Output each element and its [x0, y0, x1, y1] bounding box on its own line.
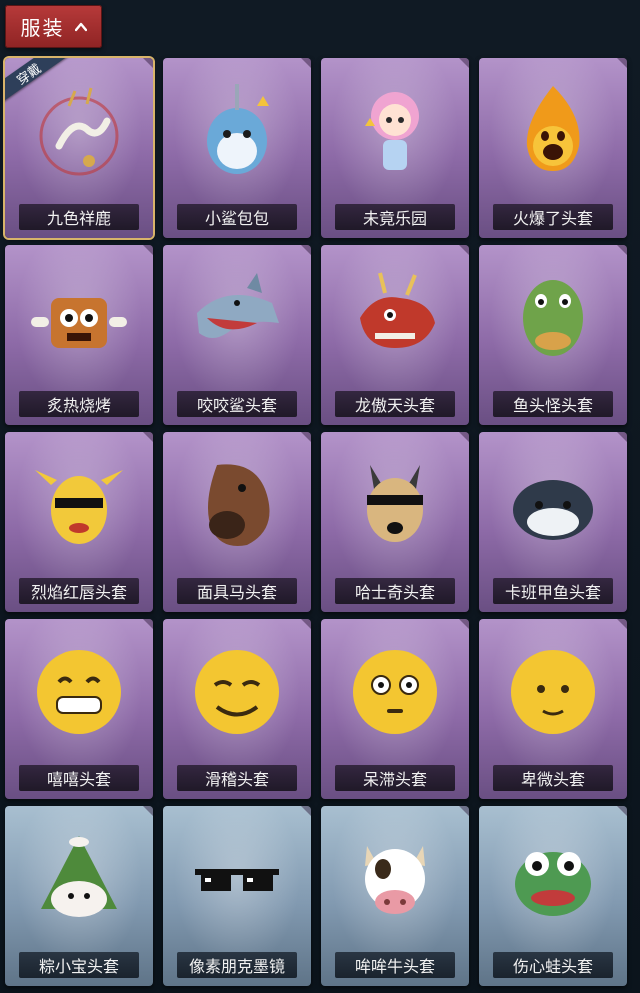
- deer-charm-icon: [39, 87, 119, 176]
- item-card[interactable]: 未竟乐园: [321, 58, 469, 238]
- cow-head-icon: [365, 846, 425, 914]
- card-corner-decoration: [459, 432, 469, 442]
- item-name-label: 呆滞头套: [335, 765, 455, 791]
- item-name-label: 面具马头套: [177, 578, 297, 604]
- horse-head-icon: [208, 464, 270, 546]
- item-card[interactable]: 鱼头怪头套: [479, 245, 627, 425]
- item-name-label: 滑稽头套: [177, 765, 297, 791]
- item-card[interactable]: 嘻嘻头套: [5, 619, 153, 799]
- item-card[interactable]: 炙热烧烤: [5, 245, 153, 425]
- fish-head-icon: [523, 280, 583, 356]
- item-card[interactable]: 哞哞牛头套: [321, 806, 469, 986]
- item-name-label: 炙热烧烤: [19, 391, 139, 417]
- card-corner-decoration: [617, 432, 627, 442]
- wardrobe-screen: 服装 九色祥鹿 穿戴 小鲨包包 未竟乐园 火爆了头套炙热烧烤 咬咬鲨头套 龙傲天头套 鱼头怪头…: [0, 0, 640, 993]
- doll-charm-icon: [365, 92, 419, 170]
- item-name-label: 卑微头套: [493, 765, 613, 791]
- item-name-label: 卡班甲鱼头套: [493, 578, 613, 604]
- item-grid: 九色祥鹿 穿戴 小鲨包包 未竟乐园 火爆了头套炙热烧烤 咬咬鲨头套 龙傲天头套 鱼头怪头套烈焰…: [5, 58, 635, 993]
- card-corner-decoration: [301, 245, 311, 255]
- shark-bag-icon: [207, 84, 269, 174]
- item-name-label: 烈焰红唇头套: [19, 578, 139, 604]
- pixel-sunglasses-icon: [195, 869, 279, 891]
- item-card[interactable]: 像素朋克墨镜: [163, 806, 311, 986]
- card-corner-decoration: [143, 58, 153, 68]
- shark-head-icon: [197, 273, 279, 338]
- item-name-label: 小鲨包包: [177, 204, 297, 230]
- card-corner-decoration: [301, 806, 311, 816]
- card-corner-decoration: [617, 58, 627, 68]
- dragon-head-icon: [360, 272, 435, 348]
- card-corner-decoration: [459, 58, 469, 68]
- item-card[interactable]: 九色祥鹿 穿戴: [5, 58, 153, 238]
- item-card[interactable]: 滑稽头套: [163, 619, 311, 799]
- card-corner-decoration: [143, 432, 153, 442]
- fire-head-icon: [526, 86, 580, 171]
- item-card[interactable]: 呆滞头套: [321, 619, 469, 799]
- card-corner-decoration: [617, 806, 627, 816]
- card-corner-decoration: [143, 806, 153, 816]
- item-name-label: 火爆了头套: [493, 204, 613, 230]
- item-card[interactable]: 卑微头套: [479, 619, 627, 799]
- card-corner-decoration: [301, 619, 311, 629]
- item-card[interactable]: 龙傲天头套: [321, 245, 469, 425]
- item-name-label: 哈士奇头套: [335, 578, 455, 604]
- item-card[interactable]: 哈士奇头套: [321, 432, 469, 612]
- card-corner-decoration: [459, 806, 469, 816]
- category-label: 服装: [20, 16, 65, 40]
- humble-emoji-head-icon: [511, 650, 595, 734]
- sad-frog-head-icon: [515, 852, 591, 916]
- item-name-label: 龙傲天头套: [335, 391, 455, 417]
- item-name-label: 鱼头怪头套: [493, 391, 613, 417]
- card-corner-decoration: [301, 432, 311, 442]
- item-card[interactable]: 面具马头套: [163, 432, 311, 612]
- category-dropdown-button[interactable]: 服装: [5, 5, 102, 48]
- item-card[interactable]: 小鲨包包: [163, 58, 311, 238]
- item-name-label: 嘻嘻头套: [19, 765, 139, 791]
- card-corner-decoration: [459, 619, 469, 629]
- item-name-label: 未竟乐园: [335, 204, 455, 230]
- grilled-meat-head-icon: [31, 298, 127, 348]
- card-corner-decoration: [143, 245, 153, 255]
- item-name-label: 九色祥鹿: [19, 204, 139, 230]
- item-card[interactable]: 伤心蛙头套: [479, 806, 627, 986]
- item-card[interactable]: 粽小宝头套: [5, 806, 153, 986]
- item-card[interactable]: 火爆了头套: [479, 58, 627, 238]
- card-corner-decoration: [301, 58, 311, 68]
- item-name-label: 粽小宝头套: [19, 952, 139, 978]
- dazed-emoji-head-icon: [353, 650, 437, 734]
- item-card[interactable]: 烈焰红唇头套: [5, 432, 153, 612]
- seal-head-icon: [513, 480, 593, 540]
- chevron-up-icon: [74, 22, 87, 31]
- card-corner-decoration: [143, 619, 153, 629]
- item-name-label: 伤心蛙头套: [493, 952, 613, 978]
- grin-emoji-head-icon: [37, 650, 121, 734]
- item-card[interactable]: 咬咬鲨头套: [163, 245, 311, 425]
- smirk-emoji-head-icon: [195, 650, 279, 734]
- item-name-label: 咬咬鲨头套: [177, 391, 297, 417]
- yellow-mouse-head-icon: [35, 470, 123, 544]
- item-card[interactable]: 卡班甲鱼头套: [479, 432, 627, 612]
- item-name-label: 哞哞牛头套: [335, 952, 455, 978]
- card-corner-decoration: [459, 245, 469, 255]
- card-corner-decoration: [617, 619, 627, 629]
- husky-head-icon: [367, 465, 423, 542]
- item-name-label: 像素朋克墨镜: [177, 952, 297, 978]
- card-corner-decoration: [617, 245, 627, 255]
- zongzi-head-icon: [41, 836, 117, 917]
